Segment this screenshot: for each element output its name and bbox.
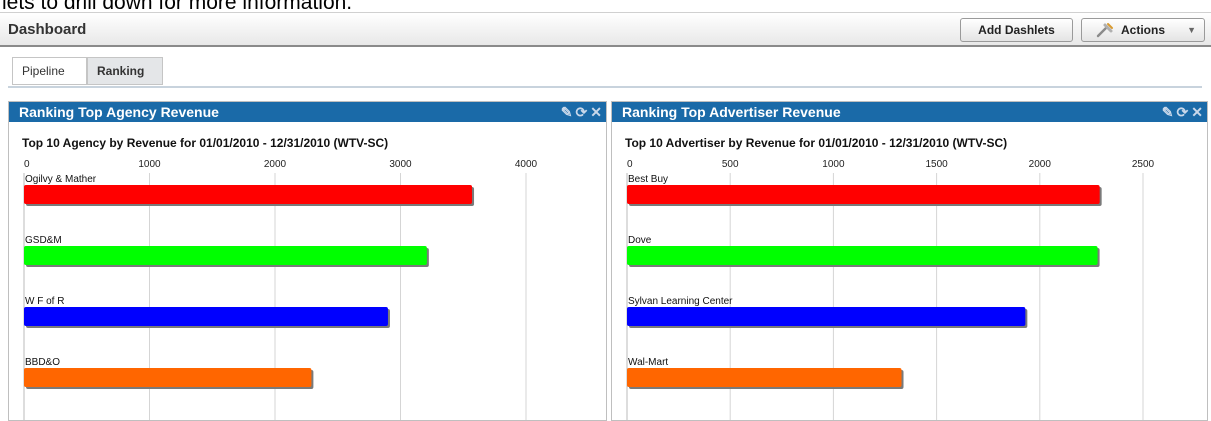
chart-title: Top 10 Agency by Revenue for 01/01/2010 … xyxy=(22,136,389,150)
refresh-icon[interactable]: ⟳ xyxy=(576,103,588,121)
dashlet-header: Ranking Top Advertiser Revenue ✎ ⟳ ✕ xyxy=(612,102,1207,122)
bar xyxy=(627,307,1026,326)
x-tick-label: 0 xyxy=(24,159,30,170)
bar xyxy=(627,185,1100,204)
dashlet-title: Ranking Top Agency Revenue xyxy=(19,104,219,120)
x-tick-label: 2000 xyxy=(1029,159,1052,170)
bar xyxy=(24,246,427,265)
dashlet-advertiser-revenue: Ranking Top Advertiser Revenue ✎ ⟳ ✕ Top… xyxy=(611,101,1208,421)
bar xyxy=(627,246,1098,265)
dashboard-header: Dashboard Add Dashlets Actions ▼ xyxy=(0,12,1211,47)
edit-icon[interactable]: ✎ xyxy=(1162,103,1174,121)
dashlet-agency-revenue: Ranking Top Agency Revenue ✎ ⟳ ✕ Top 10 … xyxy=(8,101,607,421)
tab-pipeline[interactable]: Pipeline xyxy=(12,57,87,85)
edit-icon[interactable]: ✎ xyxy=(561,103,573,121)
bar-category-label: BBD&O xyxy=(25,357,60,368)
actions-button[interactable]: Actions ▼ xyxy=(1081,18,1205,42)
x-tick-label: 500 xyxy=(722,159,739,170)
bar xyxy=(24,307,388,326)
bar-category-label: Best Buy xyxy=(628,174,668,185)
tab-ranking[interactable]: Ranking xyxy=(87,57,163,85)
bar xyxy=(24,368,312,387)
tools-icon xyxy=(1096,23,1113,38)
x-tick-label: 1000 xyxy=(138,159,161,170)
x-tick-label: 2500 xyxy=(1132,159,1155,170)
close-icon[interactable]: ✕ xyxy=(1191,103,1203,121)
add-dashlets-button[interactable]: Add Dashlets xyxy=(960,18,1073,42)
x-tick-label: 4000 xyxy=(515,159,538,170)
bar-category-label: Wal-Mart xyxy=(628,357,668,368)
chevron-down-icon: ▼ xyxy=(1187,25,1196,35)
x-tick-label: 1500 xyxy=(925,159,948,170)
bar-category-label: W F of R xyxy=(25,296,64,307)
dashlet-title: Ranking Top Advertiser Revenue xyxy=(622,104,841,120)
dashlet-header: Ranking Top Agency Revenue ✎ ⟳ ✕ xyxy=(9,102,606,122)
bar-category-label: GSD&M xyxy=(25,235,62,246)
advertiser-revenue-chart: 0 500 1000 1500 2000 2500 Best Buy Dove Sylvan L… xyxy=(626,159,1155,420)
x-tick-label: 3000 xyxy=(389,159,412,170)
actions-label: Actions xyxy=(1121,23,1166,37)
x-tick-label: 0 xyxy=(627,159,633,170)
x-tick-label: 2000 xyxy=(264,159,287,170)
x-tick-label: 1000 xyxy=(822,159,845,170)
bar-category-label: Sylvan Learning Center xyxy=(628,296,733,307)
chart-title: Top 10 Advertiser by Revenue for 01/01/2… xyxy=(625,136,1008,150)
close-icon[interactable]: ✕ xyxy=(590,103,602,121)
refresh-icon[interactable]: ⟳ xyxy=(1177,103,1189,121)
page-title: Dashboard xyxy=(8,21,87,38)
bar xyxy=(24,185,473,204)
bar xyxy=(627,368,902,387)
agency-revenue-chart: 0 1000 2000 3000 4000 Ogilvy & Mather GSD&M W F… xyxy=(23,159,538,420)
bar-category-label: Ogilvy & Mather xyxy=(25,174,97,185)
tab-divider xyxy=(8,86,1202,88)
bar-category-label: Dove xyxy=(628,235,652,246)
